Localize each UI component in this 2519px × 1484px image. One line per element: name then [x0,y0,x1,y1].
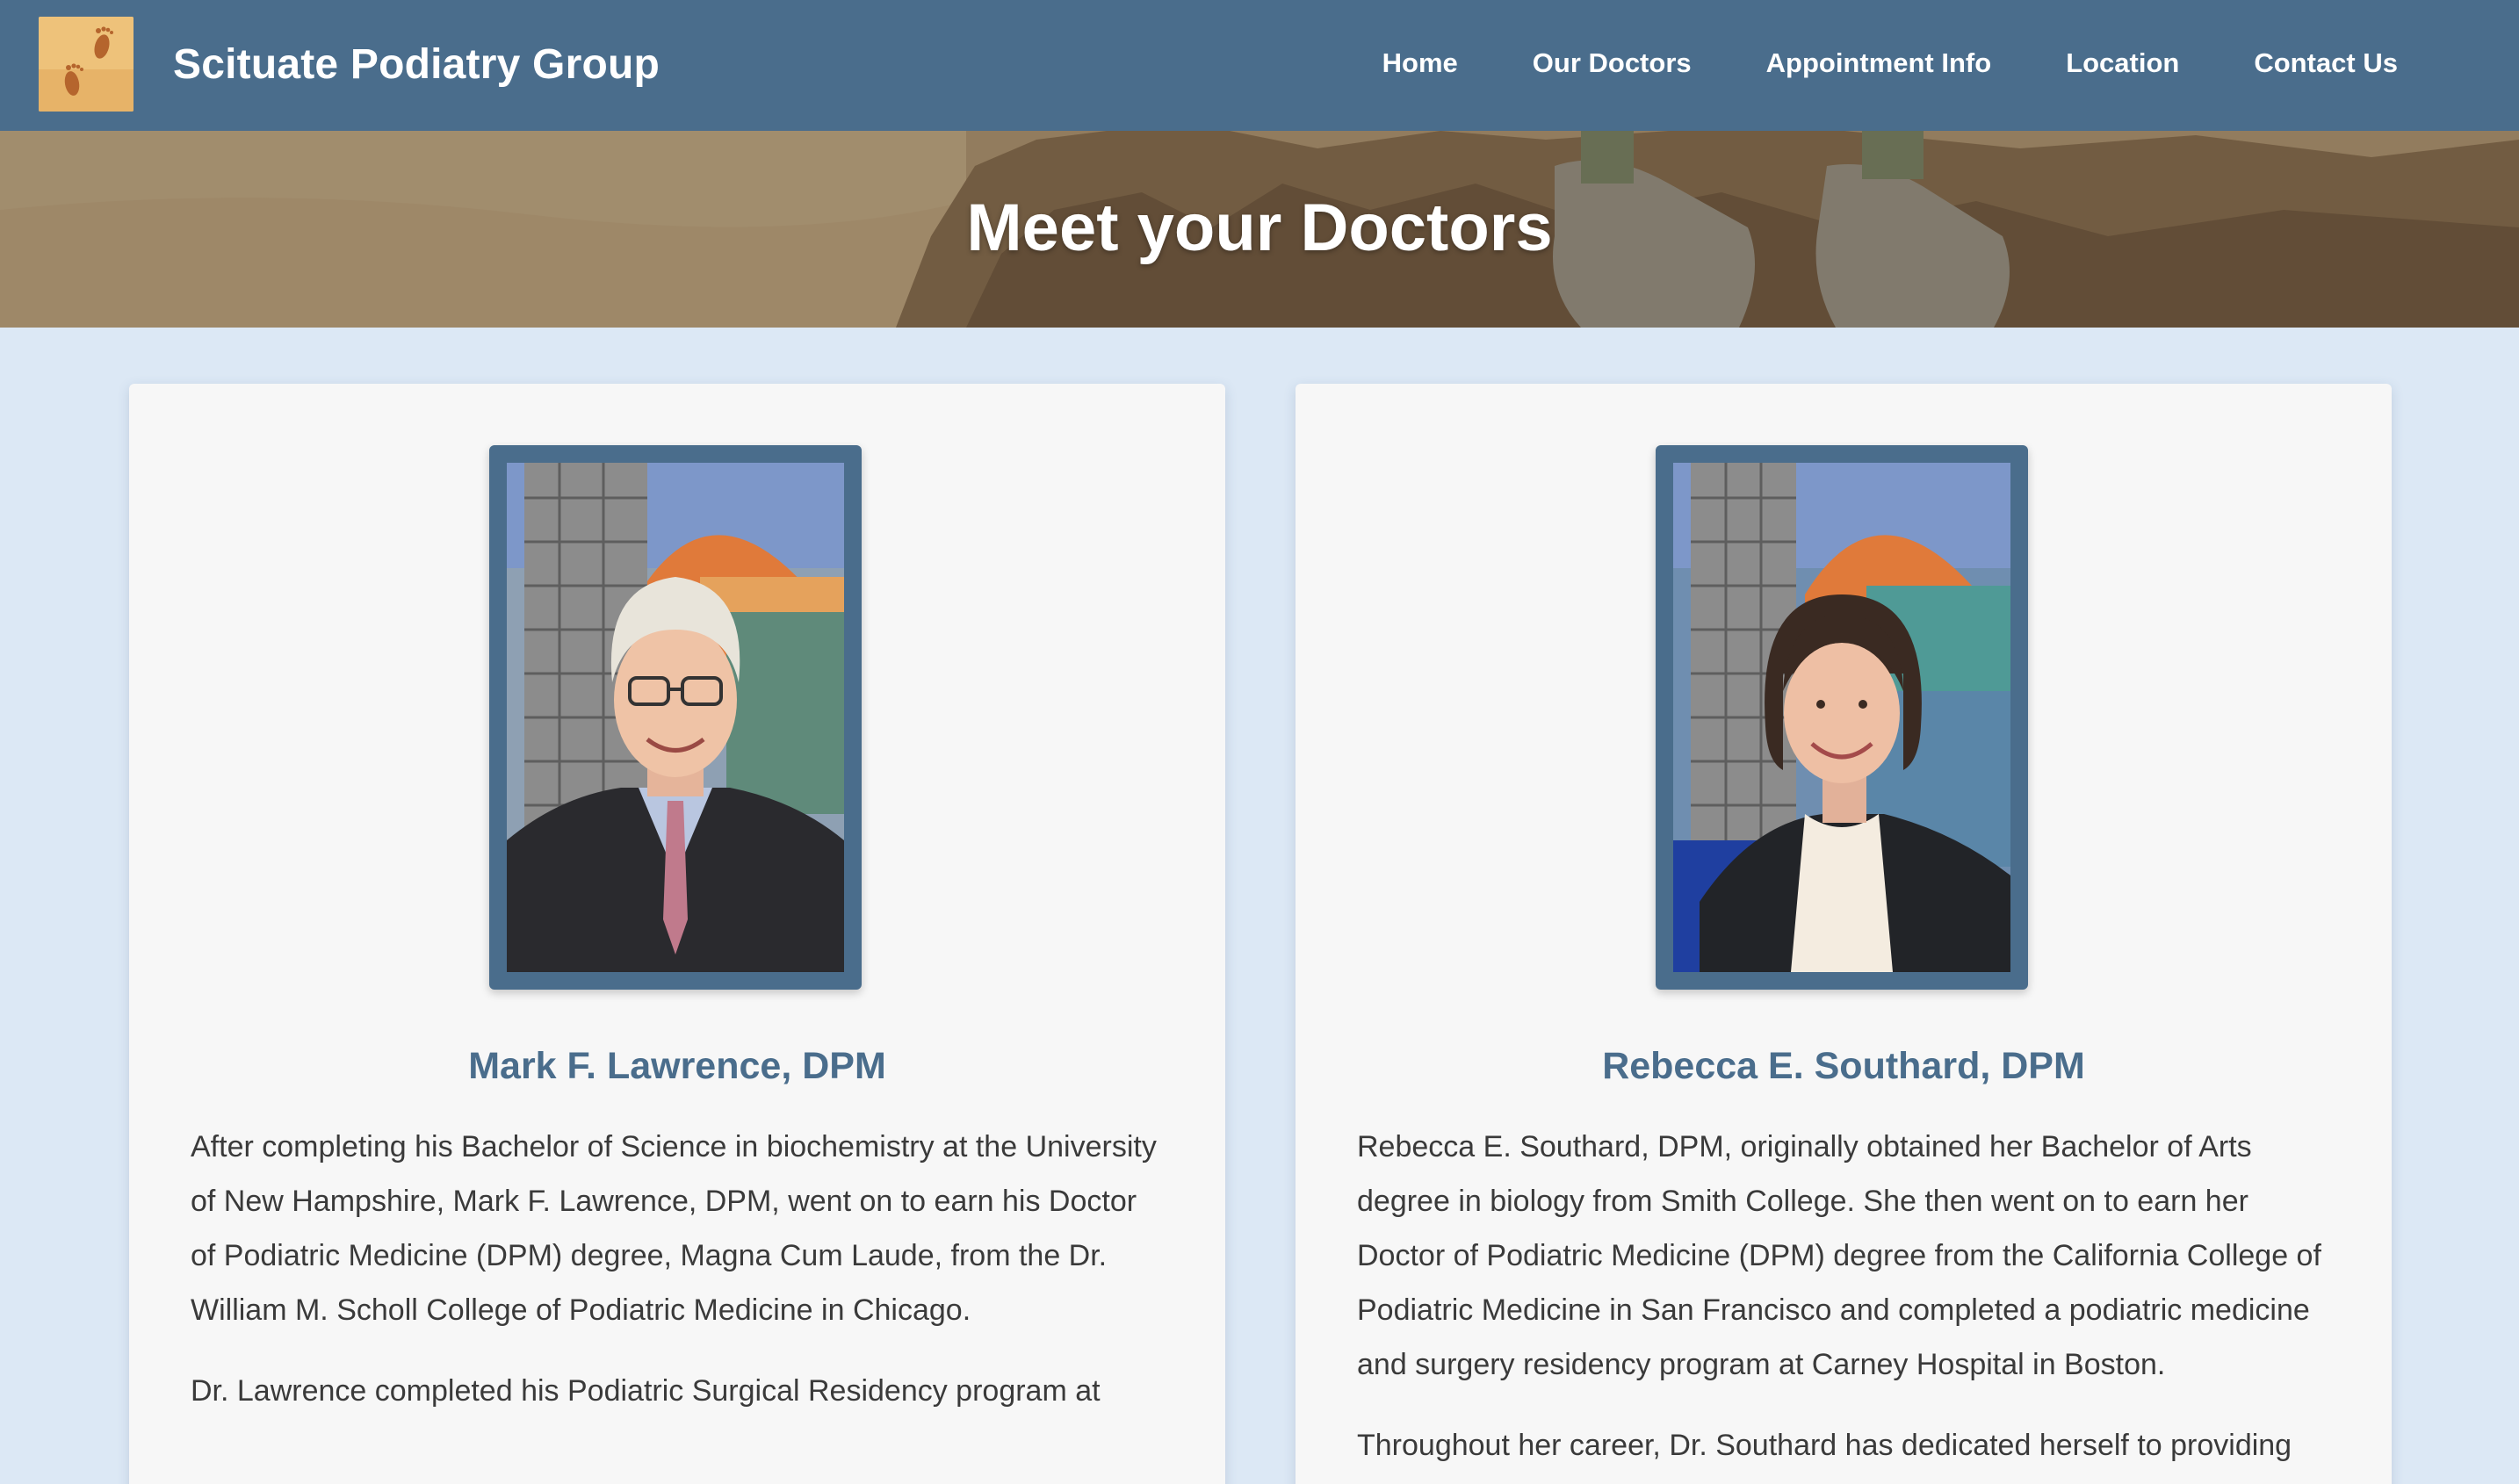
doctor-photo-frame [1656,445,2028,990]
bio-paragraph: Rebecca E. Southard, DPM, originally obt… [1357,1130,2321,1381]
doctor-name: Mark F. Lawrence, DPM [468,1045,886,1087]
doctor-name: Rebecca E. Southard, DPM [1602,1045,2085,1087]
doctor-card-southard: Rebecca E. Southard, DPM Rebecca E. Sout… [1296,384,2392,1484]
nav-location[interactable]: Location [2066,46,2179,81]
bio-paragraph: After completing his Bachelor of Science… [191,1130,1157,1327]
main-nav: Home Our Doctors Appointment Info Locati… [1382,46,2398,81]
bio-paragraph: Throughout her career, Dr. Southard has … [1357,1429,2292,1462]
doctor-bio: After completing his Bachelor of Science… [191,1120,1166,1444]
hero-banner: Meet your Doctors [0,131,2519,328]
site-header: Scituate Podiatry Group Home Our Doctors… [0,0,2519,131]
doctor-photo-frame [489,445,862,990]
page-title: Meet your Doctors [966,191,1553,265]
nav-our-doctors[interactable]: Our Doctors [1533,46,1692,81]
nav-contact-us[interactable]: Contact Us [2254,46,2398,81]
site-title[interactable]: Scituate Podiatry Group [173,39,660,91]
bio-paragraph: Dr. Lawrence completed his Podiatric Sur… [191,1374,1101,1408]
doctor-photo [1673,463,2010,972]
nav-appointment-info[interactable]: Appointment Info [1766,46,1992,81]
doctor-photo [507,463,844,972]
footprints-logo-icon[interactable] [39,17,134,112]
nav-home[interactable]: Home [1382,46,1458,81]
doctor-bio: Rebecca E. Southard, DPM, originally obt… [1357,1120,2332,1484]
doctor-card-lawrence: Mark F. Lawrence, DPM After completing h… [129,384,1225,1484]
